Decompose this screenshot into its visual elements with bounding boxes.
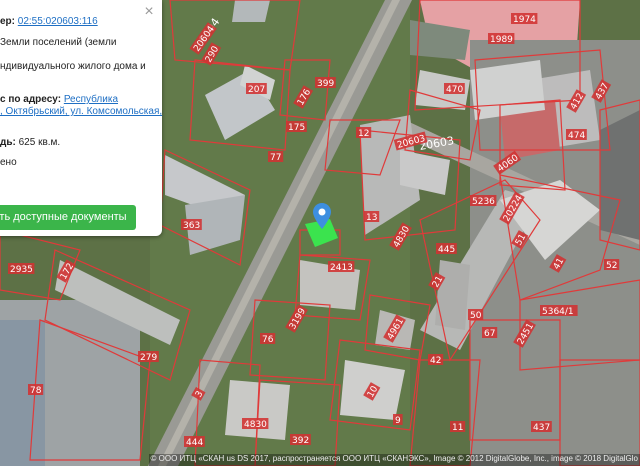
parcel-number-label: 9: [393, 414, 403, 426]
address-row-2: , Октябрьский, ул. Комсомольская,: [0, 106, 162, 117]
view-documents-button[interactable]: ть доступные документы: [0, 205, 136, 230]
parcel-number-label: 76: [260, 333, 276, 345]
parcel-number-label: 445: [436, 243, 457, 255]
area-label: дь:: [0, 137, 16, 148]
parcel-number-label: 50: [468, 309, 484, 321]
svg-text:1974: 1974: [513, 15, 536, 25]
svg-text:207: 207: [248, 85, 265, 95]
address-label: с по адресу:: [0, 94, 62, 105]
svg-text:9: 9: [395, 416, 401, 426]
area-value: 625 кв.м.: [18, 137, 61, 148]
svg-text:50: 50: [470, 311, 482, 321]
svg-text:5364/1: 5364/1: [542, 307, 574, 317]
parcel-number-label: 363: [181, 219, 202, 231]
cadastral-number-link[interactable]: 02:55:020603:116: [18, 16, 98, 27]
svg-text:1989: 1989: [490, 35, 513, 45]
parcel-number-label: 279: [138, 351, 159, 363]
land-category: Земли поселений (земли: [0, 37, 117, 48]
svg-text:470: 470: [446, 85, 463, 95]
svg-text:392: 392: [292, 436, 309, 446]
svg-text:11: 11: [452, 423, 463, 433]
permitted-use: ндивидуального жилого дома и: [0, 61, 146, 72]
svg-text:445: 445: [438, 245, 455, 255]
svg-text:363: 363: [183, 221, 200, 231]
svg-text:444: 444: [186, 438, 203, 448]
status-text: ено: [0, 157, 17, 168]
svg-text:4830: 4830: [244, 420, 267, 430]
parcel-number-label: 2935: [8, 263, 35, 275]
parcel-number-label: 392: [290, 434, 311, 446]
svg-text:2935: 2935: [10, 265, 33, 275]
svg-text:279: 279: [140, 353, 157, 363]
parcel-info-popup: × ер: 02:55:020603:116 Земли поселений (…: [0, 0, 162, 236]
parcel-number-label: 1974: [511, 13, 538, 25]
svg-text:175: 175: [288, 123, 305, 133]
svg-text:76: 76: [262, 335, 274, 345]
svg-text:77: 77: [270, 153, 281, 163]
close-icon[interactable]: ×: [142, 4, 156, 20]
address-link-1[interactable]: Республика: [64, 94, 118, 105]
map-attribution: © ООО ИТЦ «СКАН us DS 2017, распространя…: [148, 454, 640, 466]
svg-text:399: 399: [317, 79, 334, 89]
parcel-number-label: 2413: [328, 261, 355, 273]
address-row: с по адресу: Республика: [0, 94, 118, 105]
parcel-number-label: 444: [184, 436, 205, 448]
parcel-number-label: 470: [444, 83, 465, 95]
svg-text:2413: 2413: [330, 263, 353, 273]
parcel-number-label: 5236: [470, 195, 497, 207]
svg-text:52: 52: [606, 261, 617, 271]
parcel-number-label: 67: [482, 327, 498, 339]
parcel-number-label: 78: [28, 384, 44, 396]
parcel-number-label: 12: [356, 127, 372, 139]
svg-text:67: 67: [484, 329, 495, 339]
svg-text:474: 474: [568, 131, 585, 141]
svg-text:78: 78: [30, 386, 42, 396]
parcel-number-label: 13: [364, 211, 380, 223]
parcel-number-label: 207: [246, 83, 267, 95]
parcel-number-label: 437: [531, 421, 552, 433]
parcel-number-label: 5364/1: [540, 305, 578, 317]
location-pin-icon[interactable]: [313, 203, 331, 229]
svg-text:13: 13: [366, 213, 377, 223]
parcel-number-label: 11: [450, 421, 466, 433]
svg-text:42: 42: [430, 356, 441, 366]
parcel-number-label: 42: [428, 354, 444, 366]
area-row: дь: 625 кв.м.: [0, 137, 60, 148]
cadastral-row: ер: 02:55:020603:116: [0, 16, 98, 27]
parcel-number-label: 52: [604, 259, 620, 271]
cadastral-label: ер:: [0, 16, 15, 27]
address-link-2[interactable]: , Октябрьский, ул. Комсомольская,: [0, 106, 162, 117]
parcel-number-label: 1989: [488, 33, 515, 45]
parcel-number-label: 474: [566, 129, 587, 141]
svg-text:437: 437: [533, 423, 550, 433]
parcel-number-label: 399: [315, 77, 336, 89]
parcel-number-label: 4830: [242, 418, 269, 430]
svg-text:12: 12: [358, 129, 369, 139]
svg-text:5236: 5236: [472, 197, 495, 207]
parcel-number-label: 175: [286, 121, 307, 133]
parcel-number-label: 77: [268, 151, 284, 163]
